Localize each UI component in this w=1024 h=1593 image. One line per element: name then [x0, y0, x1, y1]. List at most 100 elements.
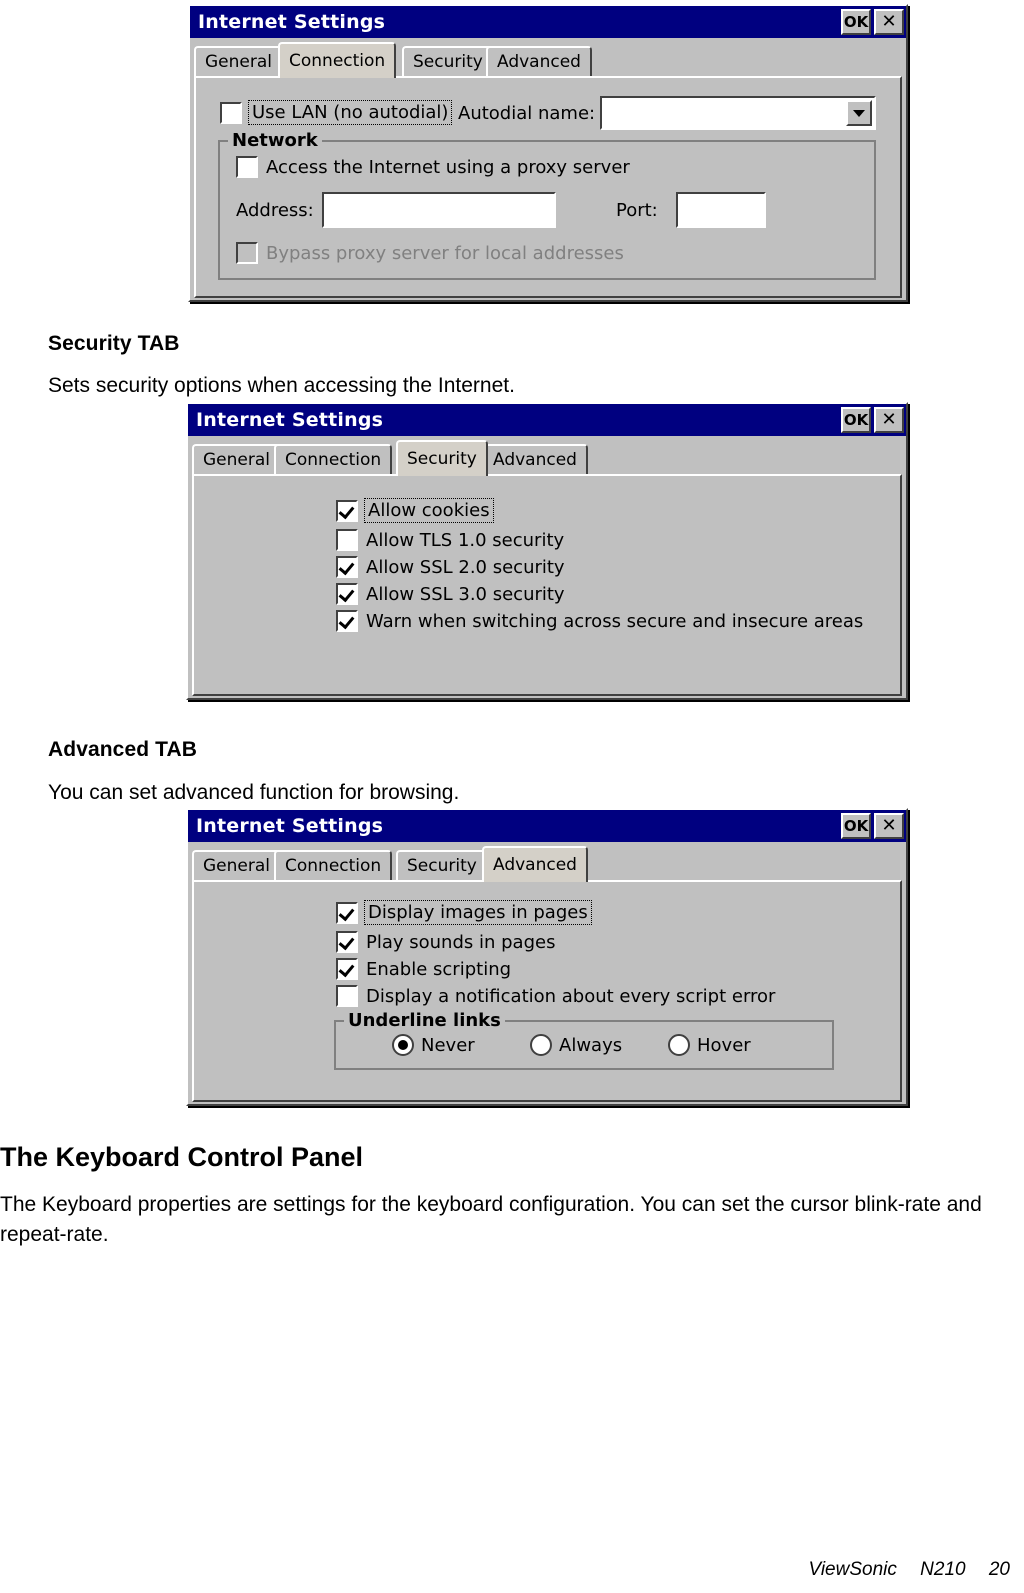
display-images-row[interactable]: Display images in pages — [336, 900, 592, 925]
security-tab-description: Sets security options when accessing the… — [48, 374, 515, 397]
warn-switching-row[interactable]: Warn when switching across secure and in… — [336, 610, 863, 632]
tab-security[interactable]: Security — [402, 46, 494, 76]
underline-hover-row[interactable]: Hover — [668, 1034, 751, 1056]
address-label: Address: — [236, 200, 314, 221]
footer-page-number: 20 — [988, 1559, 1010, 1580]
tab-advanced[interactable]: Advanced — [486, 46, 592, 76]
network-group-title: Network — [228, 130, 322, 151]
underline-always-radio[interactable] — [530, 1034, 552, 1056]
dialog-title: Internet Settings — [196, 815, 384, 837]
underline-never-radio[interactable] — [392, 1034, 414, 1056]
advanced-tab-heading: Advanced TAB — [48, 738, 197, 761]
allow-ssl3-row[interactable]: Allow SSL 3.0 security — [336, 583, 565, 605]
underline-links-groupbox: Underline links Never Always Hover — [334, 1010, 834, 1070]
allow-cookies-label: Allow cookies — [368, 500, 490, 521]
use-lan-focus-rect: Use LAN (no autodial) — [248, 100, 453, 125]
tab-strip: General Connection Security Advanced — [192, 440, 906, 476]
enable-scripting-checkbox[interactable] — [336, 958, 358, 980]
use-lan-label: Use LAN (no autodial) — [252, 102, 449, 123]
use-lan-checkbox[interactable] — [220, 101, 242, 124]
use-lan-checkbox-row[interactable]: Use LAN (no autodial) — [220, 100, 453, 125]
allow-ssl3-label: Allow SSL 3.0 security — [366, 583, 565, 605]
ok-button[interactable]: OK — [841, 813, 871, 839]
titlebar: Internet Settings OK ✕ — [190, 6, 906, 38]
internet-settings-security-dialog[interactable]: Internet Settings OK ✕ General Connectio… — [186, 402, 908, 700]
allow-cookies-focus-rect: Allow cookies — [364, 498, 494, 523]
bypass-proxy-checkbox-row: Bypass proxy server for local addresses — [236, 242, 624, 264]
underline-never-label: Never — [421, 1034, 475, 1056]
autodial-name-label: Autodial name: — [458, 103, 596, 124]
titlebar: Internet Settings OK ✕ — [188, 404, 906, 436]
autodial-name-combobox[interactable] — [600, 96, 876, 130]
proxy-label: Access the Internet using a proxy server — [266, 156, 630, 178]
script-error-notification-label: Display a notification about every scrip… — [366, 985, 776, 1007]
tab-panel-connection: Use LAN (no autodial) Autodial name: Net… — [194, 76, 902, 298]
allow-tls-checkbox[interactable] — [336, 529, 358, 551]
play-sounds-checkbox[interactable] — [336, 931, 358, 953]
underline-never-row[interactable]: Never — [392, 1034, 475, 1056]
keyboard-control-panel-heading: The Keyboard Control Panel — [0, 1142, 364, 1172]
underline-always-label: Always — [559, 1034, 623, 1056]
proxy-checkbox[interactable] — [236, 156, 258, 178]
tab-panel-security: Allow cookies Allow TLS 1.0 security All… — [192, 474, 902, 696]
ok-button[interactable]: OK — [841, 407, 871, 433]
network-groupbox: Network Access the Internet using a prox… — [218, 130, 876, 280]
tab-advanced[interactable]: Advanced — [482, 846, 588, 882]
advanced-tab-description: You can set advanced function for browsi… — [48, 781, 460, 804]
underline-hover-radio[interactable] — [668, 1034, 690, 1056]
page-footer: ViewSonic N210 20 — [809, 1559, 1011, 1581]
ok-button[interactable]: OK — [841, 9, 871, 35]
bypass-proxy-label: Bypass proxy server for local addresses — [266, 242, 624, 264]
underline-hover-label: Hover — [697, 1034, 751, 1056]
tab-security[interactable]: Security — [396, 850, 488, 880]
tab-security[interactable]: Security — [396, 440, 488, 476]
display-images-checkbox[interactable] — [336, 901, 358, 924]
internet-settings-connection-dialog[interactable]: Internet Settings OK ✕ General Connectio… — [188, 4, 908, 302]
port-input[interactable] — [676, 192, 766, 228]
underline-always-row[interactable]: Always — [530, 1034, 622, 1056]
script-error-notification-checkbox[interactable] — [336, 985, 358, 1007]
tab-connection[interactable]: Connection — [278, 42, 397, 78]
port-label: Port: — [616, 200, 658, 221]
bypass-proxy-checkbox — [236, 242, 258, 264]
tab-general[interactable]: General — [194, 46, 283, 76]
proxy-checkbox-row[interactable]: Access the Internet using a proxy server — [236, 156, 630, 178]
tab-strip: General Connection Security Advanced — [194, 42, 906, 78]
allow-cookies-checkbox[interactable] — [336, 499, 358, 522]
titlebar: Internet Settings OK ✕ — [188, 810, 906, 842]
close-icon[interactable]: ✕ — [874, 813, 904, 839]
tab-general[interactable]: General — [192, 850, 281, 880]
display-images-label: Display images in pages — [368, 902, 588, 923]
chevron-down-icon[interactable] — [846, 100, 872, 126]
tab-panel-advanced: Display images in pages Play sounds in p… — [192, 880, 902, 1102]
underline-links-group-title: Underline links — [344, 1010, 505, 1031]
dialog-title: Internet Settings — [196, 409, 384, 431]
display-images-focus-rect: Display images in pages — [364, 900, 592, 925]
address-input[interactable] — [322, 192, 556, 228]
footer-model: N210 — [920, 1559, 966, 1580]
script-error-notification-row[interactable]: Display a notification about every scrip… — [336, 985, 775, 1007]
tab-connection[interactable]: Connection — [274, 850, 393, 880]
enable-scripting-row[interactable]: Enable scripting — [336, 958, 511, 980]
warn-switching-label: Warn when switching across secure and in… — [366, 610, 864, 632]
tab-strip: General Connection Security Advanced — [192, 846, 906, 882]
allow-ssl3-checkbox[interactable] — [336, 583, 358, 605]
allow-ssl2-label: Allow SSL 2.0 security — [366, 556, 565, 578]
allow-ssl2-row[interactable]: Allow SSL 2.0 security — [336, 556, 565, 578]
keyboard-control-panel-paragraph: The Keyboard properties are settings for… — [0, 1193, 982, 1246]
allow-tls-label: Allow TLS 1.0 security — [366, 529, 565, 551]
close-icon[interactable]: ✕ — [874, 9, 904, 35]
tab-general[interactable]: General — [192, 444, 281, 474]
allow-tls-row[interactable]: Allow TLS 1.0 security — [336, 529, 564, 551]
close-icon[interactable]: ✕ — [874, 407, 904, 433]
warn-switching-checkbox[interactable] — [336, 610, 358, 632]
play-sounds-row[interactable]: Play sounds in pages — [336, 931, 555, 953]
tab-advanced[interactable]: Advanced — [482, 444, 588, 474]
allow-ssl2-checkbox[interactable] — [336, 556, 358, 578]
footer-brand: ViewSonic — [808, 1559, 897, 1580]
enable-scripting-label: Enable scripting — [366, 958, 512, 980]
internet-settings-advanced-dialog[interactable]: Internet Settings OK ✕ General Connectio… — [186, 808, 908, 1106]
security-tab-heading: Security TAB — [48, 332, 180, 355]
allow-cookies-row[interactable]: Allow cookies — [336, 498, 494, 523]
tab-connection[interactable]: Connection — [274, 444, 393, 474]
